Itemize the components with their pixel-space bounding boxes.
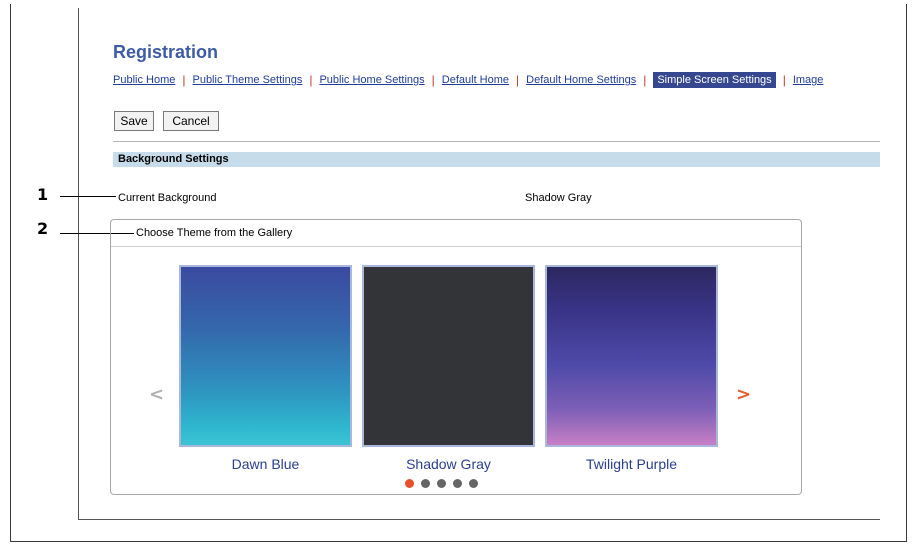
theme-thumbnail-dawn-blue[interactable] — [179, 265, 352, 447]
page-dot-3[interactable] — [437, 479, 446, 488]
next-arrow-icon[interactable]: > — [736, 384, 751, 405]
theme-thumbnail-shadow-gray[interactable] — [362, 265, 535, 447]
callout-1-line — [60, 196, 116, 197]
theme-gallery: Choose Theme from the Gallery < > Dawn B… — [110, 219, 802, 495]
theme-thumbnail-twilight-purple[interactable] — [545, 265, 718, 447]
tab-simple-screen-settings[interactable]: Simple Screen Settings — [653, 72, 776, 88]
tab-default-home[interactable]: Default Home — [442, 74, 509, 86]
save-button[interactable]: Save — [114, 111, 154, 131]
page-dot-1[interactable] — [405, 479, 414, 488]
tab-public-home[interactable]: Public Home — [113, 74, 175, 86]
tab-image[interactable]: Image — [793, 74, 824, 86]
gallery-title: Choose Theme from the Gallery — [111, 220, 801, 247]
current-background-value: Shadow Gray — [525, 192, 592, 204]
current-background-label: Current Background — [118, 192, 217, 204]
cancel-button[interactable]: Cancel — [163, 111, 219, 131]
pagination-dots — [405, 475, 485, 488]
callout-2: 2 — [37, 219, 49, 238]
tab-public-theme-settings[interactable]: Public Theme Settings — [192, 74, 302, 86]
previous-arrow-icon[interactable]: < — [149, 384, 164, 405]
tab-bar: Public Home | Public Theme Settings | Public… — [113, 72, 824, 88]
callout-1: 1 — [37, 185, 49, 204]
page-title: Registration — [113, 42, 219, 62]
page-dot-4[interactable] — [453, 479, 462, 488]
theme-caption: Dawn Blue — [231, 456, 300, 472]
theme-caption: Twilight Purple — [585, 456, 678, 472]
page-dot-5[interactable] — [469, 479, 478, 488]
divider — [113, 141, 880, 142]
tab-public-home-settings[interactable]: Public Home Settings — [319, 74, 424, 86]
section-header: Background Settings — [113, 152, 880, 167]
theme-caption: Shadow Gray — [406, 456, 491, 472]
tab-default-home-settings[interactable]: Default Home Settings — [526, 74, 636, 86]
page-dot-2[interactable] — [421, 479, 430, 488]
